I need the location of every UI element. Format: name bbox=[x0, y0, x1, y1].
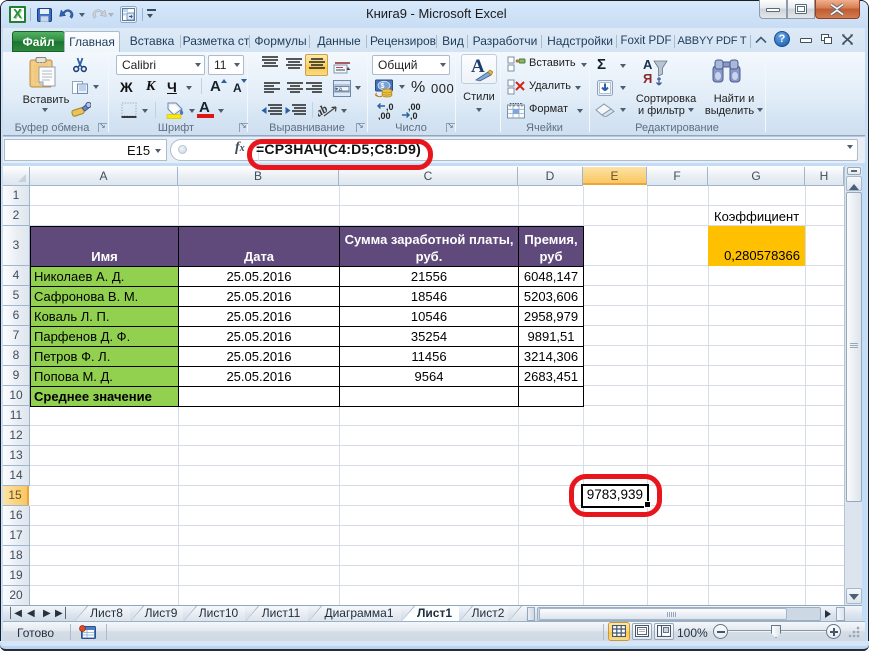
svg-text:ab: ab bbox=[318, 102, 330, 119]
svg-text:a: a bbox=[339, 86, 342, 93]
svg-text:А: А bbox=[643, 57, 653, 72]
svg-text:Я: Я bbox=[643, 71, 652, 86]
svg-text:,0: ,0 bbox=[410, 111, 418, 120]
svg-text:,00: ,00 bbox=[378, 111, 391, 120]
